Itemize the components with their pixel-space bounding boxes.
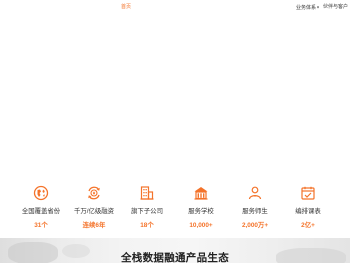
stat-value: 连续6年 [82, 222, 106, 229]
stat-value: 2,000万+ [241, 222, 269, 229]
stat-label: 千万/亿级融资 [73, 208, 115, 215]
stat-value: 18个 [140, 222, 154, 229]
stat-label: 编排课表 [295, 208, 321, 215]
course-calendar-icon [301, 186, 315, 200]
building-icon [140, 186, 154, 200]
stat-schools: 服务学校 10,000+ [172, 182, 230, 232]
nav-partners-link[interactable]: 伙伴与客户 [323, 4, 348, 11]
finance-cycle-icon [88, 186, 100, 200]
banner-title: 全栈数据融通产品生态 [121, 252, 229, 263]
nav-business-label: 业务体系 [296, 5, 317, 11]
stat-timetables: 编排课表 2亿+ [279, 182, 337, 232]
stat-subsidiaries: 旗下子公司 18个 [118, 182, 176, 232]
chevron-down-icon: ▾ [317, 4, 320, 10]
stat-teachers-students: 服务师生 2,000万+ [226, 182, 284, 232]
stat-value: 2亿+ [301, 222, 315, 229]
school-icon [194, 187, 208, 200]
ecosystem-banner: 全栈数据融通产品生态 [0, 238, 350, 263]
stat-label: 旗下子公司 [131, 208, 163, 215]
stats-section: 全国覆盖省份 31个 千万/亿级融资 连续6年 旗下子公司 18个 服务学校 1… [0, 182, 350, 232]
stat-label: 服务学校 [188, 208, 214, 215]
stat-financing: 千万/亿级融资 连续6年 [65, 182, 123, 232]
globe-icon [33, 185, 49, 201]
stat-value: 31个 [34, 222, 48, 229]
stat-provinces: 全国覆盖省份 31个 [12, 182, 70, 232]
nav-home-link[interactable]: 首页 [121, 4, 131, 11]
nav-business-menu[interactable]: 业务体系▾ [296, 4, 319, 12]
top-navigation: 首页 业务体系▾ 伙伴与客户 [0, 0, 350, 18]
teacher-student-icon [248, 186, 262, 200]
stat-value: 10,000+ [189, 222, 213, 229]
stat-label: 全国覆盖省份 [21, 208, 61, 215]
stat-label: 服务师生 [242, 208, 268, 215]
